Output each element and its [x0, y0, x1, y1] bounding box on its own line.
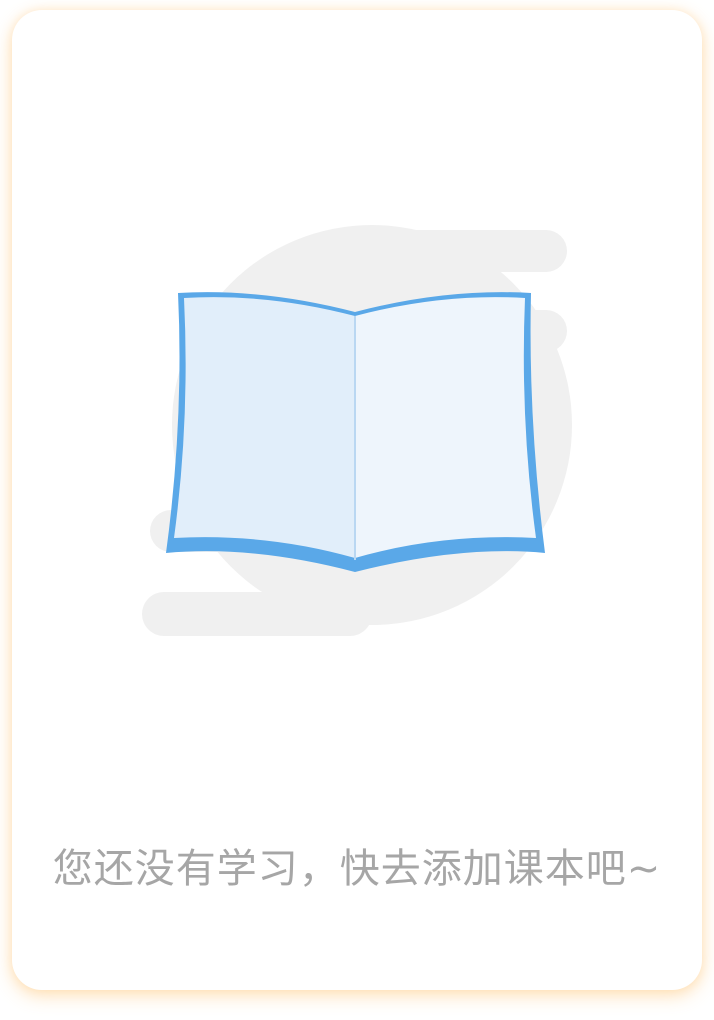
empty-state-card: 您还没有学习，快去添加课本吧~: [12, 10, 702, 990]
page: 您还没有学习，快去添加课本吧~: [0, 0, 714, 1020]
empty-illustration-graphic: [142, 225, 572, 636]
open-book-icon: [166, 292, 545, 572]
empty-illustration: [142, 220, 592, 650]
empty-message: 您还没有学习，快去添加课本吧~: [52, 846, 662, 892]
